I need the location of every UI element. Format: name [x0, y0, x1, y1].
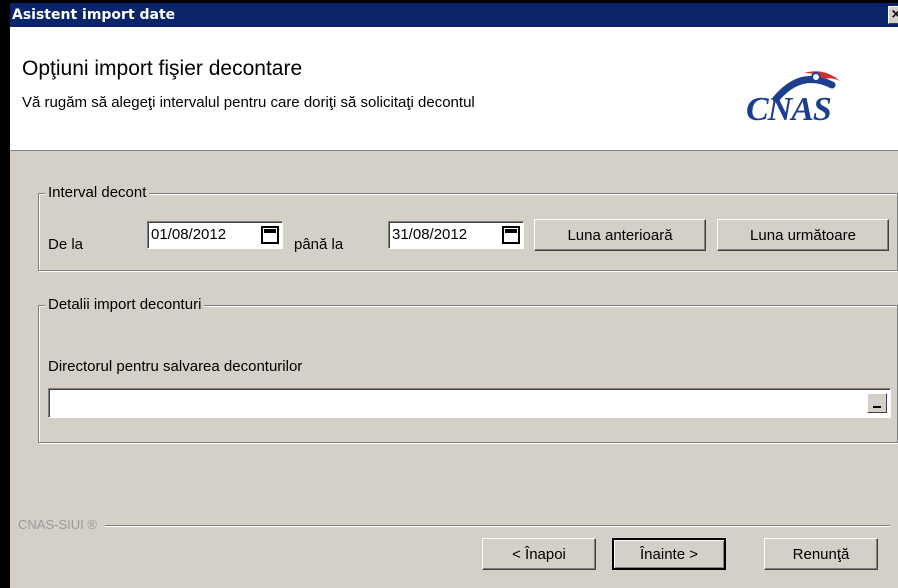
directory-path-field[interactable] [48, 388, 891, 418]
import-wizard-window: Asistent import date × Opţiuni import fi… [0, 0, 898, 588]
previous-month-button[interactable]: Luna anterioară [534, 219, 706, 251]
cnas-logo: CNAS [746, 67, 886, 139]
from-date-value: 01/08/2012 [151, 226, 227, 243]
to-label: până la [294, 236, 344, 253]
to-date-field[interactable]: 31/08/2012 [388, 221, 524, 249]
browse-button[interactable] [867, 393, 887, 413]
title-bar[interactable]: Asistent import date × [10, 3, 898, 27]
next-month-button[interactable]: Luna următoare [717, 219, 889, 251]
next-button[interactable]: Înainte > [612, 538, 726, 570]
to-date-value: 31/08/2012 [392, 226, 468, 243]
wizard-header: Opţiuni import fişier decontare Vă rugăm… [10, 27, 898, 151]
footer-brand: CNAS-SIUI ® [18, 517, 105, 532]
from-label: De la [48, 236, 84, 253]
calendar-icon[interactable] [502, 226, 520, 244]
from-date-field[interactable]: 01/08/2012 [147, 221, 283, 249]
window-title: Asistent import date [12, 7, 176, 23]
logo-text: CNAS [746, 91, 832, 128]
import-details-group-label: Detalii import deconturi [45, 296, 205, 313]
page-title: Opţiuni import fişier decontare [22, 57, 303, 80]
close-button[interactable]: × [888, 6, 898, 24]
close-icon: × [890, 7, 898, 22]
page-subtitle: Vă rugăm să alegeţi intervalul pentru ca… [22, 94, 475, 111]
directory-label: Directorul pentru salvarea deconturilor [48, 358, 303, 375]
cancel-button[interactable]: Renunţă [764, 538, 878, 570]
back-button[interactable]: < Înapoi [482, 538, 596, 570]
footer-divider [20, 525, 890, 527]
calendar-icon[interactable] [261, 226, 279, 244]
interval-group-label: Interval decont [45, 184, 150, 201]
